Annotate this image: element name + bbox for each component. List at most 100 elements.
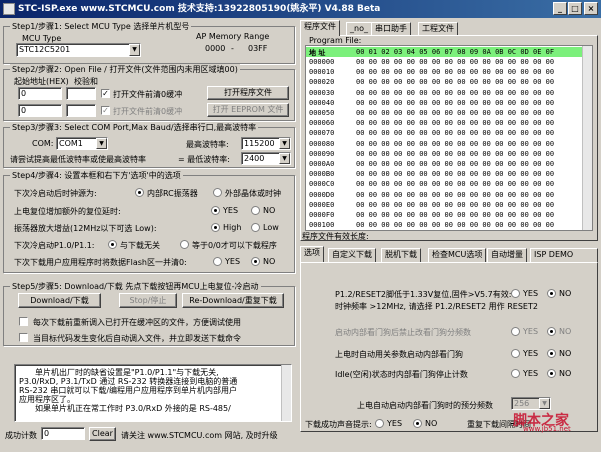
wdt-idle-no-radio[interactable] xyxy=(547,369,556,378)
tab-offline-download[interactable]: 脱机下载 xyxy=(381,248,421,262)
max-baud-select[interactable]: 115200 ▼ xyxy=(241,137,291,150)
close-button[interactable]: × xyxy=(584,2,598,15)
com-port-select[interactable]: COM1 ▼ xyxy=(56,137,108,150)
hex-row-data[interactable]: 00 00 00 00 00 00 00 00 00 00 00 00 00 0… xyxy=(356,58,554,66)
hex-row-data[interactable]: 00 00 00 00 00 00 00 00 00 00 00 00 00 0… xyxy=(356,68,554,76)
reset-delay-yes-label: YES xyxy=(223,206,239,215)
p1-zero-radio[interactable] xyxy=(180,240,189,249)
maximize-button[interactable]: □ xyxy=(568,2,582,15)
redownload-button[interactable]: Re-Download/重复下载 xyxy=(182,293,284,308)
checksum-1[interactable] xyxy=(66,87,96,100)
hex-row-data[interactable]: 00 00 00 00 00 00 00 00 00 00 00 00 00 0… xyxy=(356,150,554,158)
step1-group: Step1/步骤1: Select MCU Type 选择单片机型号 MCU T… xyxy=(3,21,295,64)
mcu-type-select[interactable]: STC12C5201 ▼ xyxy=(16,43,141,57)
hex-row-address: 0000C0 xyxy=(309,180,335,189)
clock-external-radio[interactable] xyxy=(213,188,222,197)
tab-no[interactable]: _no_ xyxy=(346,22,372,36)
flash-clear-yes-label: YES xyxy=(225,257,241,266)
hex-row-data[interactable]: 00 00 00 00 00 00 00 00 00 00 00 00 00 0… xyxy=(356,78,554,86)
program-file-panel: Program File: 地 址 00 01 02 03 04 05 06 0… xyxy=(300,35,598,241)
notes-scrollbar[interactable] xyxy=(281,365,291,421)
chevron-down-icon[interactable]: ▼ xyxy=(96,138,107,149)
hex-row-data[interactable]: 00 00 00 00 00 00 00 00 00 00 00 00 00 0… xyxy=(356,129,554,137)
flash-clear-no-radio[interactable] xyxy=(251,257,260,266)
hex-row-data[interactable]: 00 00 00 00 00 00 00 00 00 00 00 00 00 0… xyxy=(356,170,554,178)
beep-yes-radio[interactable] xyxy=(375,419,384,428)
chevron-down-icon[interactable]: ▼ xyxy=(129,44,140,56)
reset2-no-radio[interactable] xyxy=(547,289,556,298)
gain-high-label: High xyxy=(223,223,242,232)
step2-legend: Step2/步骤2: Open File / 打开文件(文件范围内未用区域填00… xyxy=(10,64,240,75)
hex-row-data[interactable]: 00 00 00 00 00 00 00 00 00 00 00 00 00 0… xyxy=(356,191,554,199)
gain-high-radio[interactable] xyxy=(211,223,220,232)
gain-low-label: Low xyxy=(263,223,279,232)
hex-header-address: 地 址 xyxy=(309,49,326,57)
reset-delay-yes-radio[interactable] xyxy=(211,206,220,215)
tab-serial-assistant[interactable]: 串口助手 xyxy=(371,22,411,36)
reset2-hint: 时钟频率 >12MHz, 请选择 P1.2/RESET2 用作 RESET2 xyxy=(335,302,538,311)
tab-isp-demo[interactable]: ISP DEMO xyxy=(530,248,598,262)
tab-program-file[interactable]: 程序文件 xyxy=(300,20,340,36)
mcu-type-label: MCU Type xyxy=(22,34,62,43)
clear-buffer-label-2: 打开文件前清0缓冲 xyxy=(113,107,183,116)
mcu-type-value: STC12C5201 xyxy=(19,45,71,54)
hex-row-data[interactable]: 00 00 00 00 00 00 00 00 00 00 00 00 00 0… xyxy=(356,99,554,107)
auto-reload-checkbox[interactable] xyxy=(19,333,28,342)
wdt-idle-yes-radio[interactable] xyxy=(511,369,520,378)
stop-button[interactable]: Stop/停止 xyxy=(119,293,177,308)
download-button[interactable]: Download/下载 xyxy=(18,293,101,308)
gain-low-radio[interactable] xyxy=(251,223,260,232)
hex-row-data[interactable]: 00 00 00 00 00 00 00 00 00 00 00 00 00 0… xyxy=(356,109,554,117)
clear-buffer-checkbox-2[interactable]: ✓ xyxy=(101,106,110,115)
clear-count-button[interactable]: Clear xyxy=(89,427,116,441)
window-title: STC-ISP.exe www.STCMCU.com 技术支持:13922805… xyxy=(18,4,381,14)
step1-legend: Step1/步骤1: Select MCU Type 选择单片机型号 xyxy=(10,21,192,32)
hex-row-data[interactable]: 00 00 00 00 00 00 00 00 00 00 00 00 00 0… xyxy=(356,180,554,188)
notes-textarea[interactable]: 单片机出厂时的缺省设置是"P1.0/P1.1"与下载无关, P3.0/RxD, … xyxy=(14,364,292,422)
tab-project-file[interactable]: 工程文件 xyxy=(418,22,458,36)
reset2-yes-radio[interactable] xyxy=(511,289,520,298)
clear-buffer-checkbox-1[interactable]: ✓ xyxy=(101,89,110,98)
wdt-poweron-no-label: NO xyxy=(559,349,572,358)
step2-group: Step2/步骤2: Open File / 打开文件(文件范围内未用区域填00… xyxy=(3,64,295,121)
minimize-button[interactable]: _ xyxy=(553,2,567,15)
tab-options[interactable]: 选项 xyxy=(300,246,324,262)
reset-delay-label: 上电复位增加额外的复位延时: xyxy=(14,207,121,216)
hex-row-data[interactable]: 00 00 00 00 00 00 00 00 00 00 00 00 00 0… xyxy=(356,211,554,219)
chevron-down-icon[interactable]: ▼ xyxy=(539,398,550,409)
clock-internal-rc-radio[interactable] xyxy=(135,188,144,197)
tab-check-mcu-options[interactable]: 检查MCU选项 xyxy=(428,248,487,262)
chevron-down-icon[interactable]: ▼ xyxy=(279,138,290,149)
wdt-poweron-yes-radio[interactable] xyxy=(511,349,520,358)
wdt-lock-no-label: NO xyxy=(559,327,572,336)
hex-view[interactable]: 地 址 00 01 02 03 04 05 06 07 08 09 0A 0B … xyxy=(305,45,593,231)
watermark-url: www.jb51.net xyxy=(523,425,571,433)
open-eeprom-file-button[interactable]: 打开 EEPROM 文件 xyxy=(207,103,289,117)
hex-row-data[interactable]: 00 00 00 00 00 00 00 00 00 00 00 00 00 0… xyxy=(356,221,554,229)
tab-auto-increment[interactable]: 自动增量 xyxy=(487,248,527,262)
hex-row-data[interactable]: 00 00 00 00 00 00 00 00 00 00 00 00 00 0… xyxy=(356,140,554,148)
start-address-2[interactable]: 0 xyxy=(18,104,62,117)
wdt-prescaler-select[interactable]: 256 ▼ xyxy=(511,397,551,410)
open-program-file-button[interactable]: 打开程序文件 xyxy=(207,86,289,100)
start-address-1[interactable]: 0 xyxy=(18,87,62,100)
hex-row-data[interactable]: 00 00 00 00 00 00 00 00 00 00 00 00 00 0… xyxy=(356,160,554,168)
hex-row-data[interactable]: 00 00 00 00 00 00 00 00 00 00 00 00 00 0… xyxy=(356,89,554,97)
min-baud-select[interactable]: 2400 ▼ xyxy=(241,152,291,165)
hex-row-data[interactable]: 00 00 00 00 00 00 00 00 00 00 00 00 00 0… xyxy=(356,119,554,127)
hex-scrollbar[interactable] xyxy=(582,46,592,230)
wdt-poweron-no-radio[interactable] xyxy=(547,349,556,358)
chevron-down-icon[interactable]: ▼ xyxy=(279,153,290,164)
hex-row-data[interactable]: 00 00 00 00 00 00 00 00 00 00 00 00 00 0… xyxy=(356,201,554,209)
reset-delay-no-radio[interactable] xyxy=(251,206,260,215)
p1-unrelated-radio[interactable] xyxy=(108,240,117,249)
hex-row-address: 000010 xyxy=(309,68,335,77)
wdt-lock-yes-radio[interactable] xyxy=(511,327,520,336)
wdt-lock-yes-label: YES xyxy=(523,327,539,336)
flash-clear-yes-radio[interactable] xyxy=(213,257,222,266)
beep-no-radio[interactable] xyxy=(413,419,422,428)
reload-before-download-checkbox[interactable] xyxy=(19,317,28,326)
tab-custom-download[interactable]: 自定义下载 xyxy=(328,248,376,262)
checksum-2[interactable] xyxy=(66,104,96,117)
wdt-lock-no-radio[interactable] xyxy=(547,327,556,336)
